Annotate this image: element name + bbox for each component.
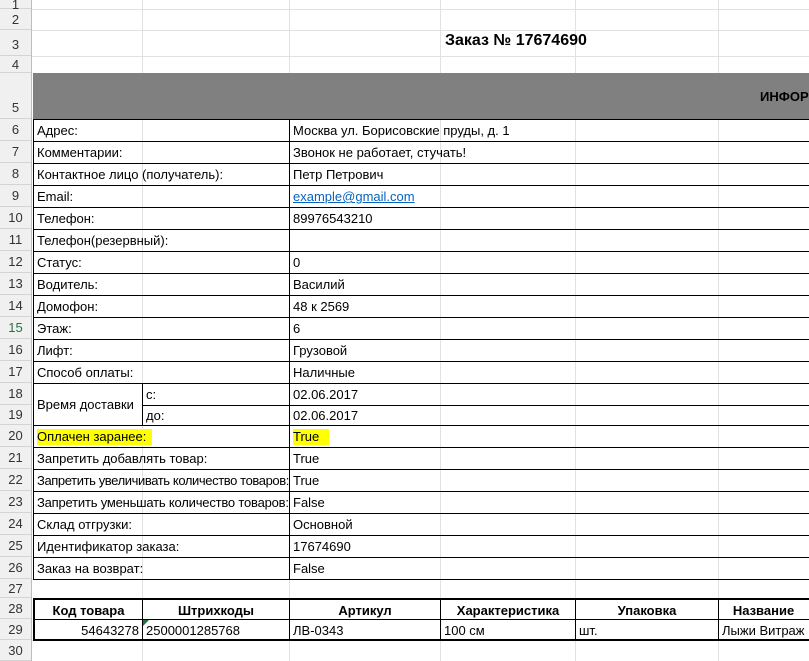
gridline [32,9,809,10]
label-status[interactable]: Статус: [33,251,290,274]
row-number[interactable]: 23 [0,491,31,513]
order-title[interactable]: Заказ № 17674690 [445,32,745,50]
label-email[interactable]: Email: [33,185,290,208]
label-address[interactable]: Адрес: [33,119,290,142]
row-number[interactable]: 5 [0,73,31,119]
row-number[interactable]: 2 [0,9,31,30]
row-number-selected[interactable]: 15 [0,317,31,339]
value-phone[interactable]: 89976543210 [289,207,809,230]
value-comments[interactable]: Звонок не работает, стучать! [289,141,809,164]
row-number[interactable]: 6 [0,119,31,141]
gridline [32,56,809,57]
value-forbid-add[interactable]: True [289,447,809,470]
value-email-cell[interactable]: example@gmail.com [289,185,809,208]
value-forbid-decrease[interactable]: False [289,491,809,514]
header-characteristic[interactable]: Характеристика [440,598,576,620]
row-number[interactable]: 10 [0,207,31,229]
label-delivery-from[interactable]: с: [142,383,290,406]
row-number[interactable]: 7 [0,141,31,163]
header-barcodes[interactable]: Штрихкоды [142,598,290,620]
label-floor[interactable]: Этаж: [33,317,290,340]
row-number[interactable]: 20 [0,425,31,447]
label-return-order[interactable]: Заказ на возврат: [33,557,290,580]
row-number[interactable]: 16 [0,339,31,361]
value-return-order[interactable]: False [289,557,809,580]
header-name[interactable]: Название [718,598,809,620]
section-banner[interactable] [33,73,809,119]
product-article[interactable]: ЛВ-0343 [289,619,441,641]
label-prepaid-cell[interactable]: Оплачен заранее: [33,425,290,448]
value-phone-reserve[interactable] [289,229,809,252]
row-number[interactable]: 13 [0,273,31,295]
row-number[interactable]: 4 [0,56,31,73]
row-number[interactable]: 8 [0,163,31,185]
label-prepaid: Оплачен заранее: [37,429,153,445]
product-barcode[interactable]: 2500001285768 [142,619,290,641]
value-prepaid-cell[interactable]: True [289,425,809,448]
label-comments[interactable]: Комментарии: [33,141,290,164]
row-number[interactable]: 18 [0,383,31,405]
label-elevator[interactable]: Лифт: [33,339,290,362]
product-name[interactable]: Лыжи Витраж [718,619,809,641]
row-number[interactable]: 3 [0,30,31,56]
value-address[interactable]: Москва ул. Борисовские пруды, д. 1 [289,119,809,142]
label-forbid-increase[interactable]: Запретить увеличивать количество товаров… [33,469,290,492]
row-number[interactable]: 21 [0,447,31,469]
label-intercom[interactable]: Домофон: [33,295,290,318]
row-header-column: 1 2 3 4 5 6 7 8 9 10 11 12 13 14 15 16 1… [0,0,32,661]
cell-indicator-icon [143,620,149,626]
product-characteristic[interactable]: 100 см [440,619,576,641]
value-order-id[interactable]: 17674690 [289,535,809,558]
value-forbid-increase[interactable]: True [289,469,809,492]
row-number[interactable]: 17 [0,361,31,383]
value-status[interactable]: 0 [289,251,809,274]
value-intercom[interactable]: 48 к 2569 [289,295,809,318]
label-phone-reserve[interactable]: Телефон(резервный): [33,229,290,252]
value-contact[interactable]: Петр Петрович [289,163,809,186]
header-product-code[interactable]: Код товара [33,598,143,620]
row-number[interactable]: 19 [0,405,31,425]
header-article[interactable]: Артикул [289,598,441,620]
label-warehouse[interactable]: Склад отгрузки: [33,513,290,536]
label-forbid-add[interactable]: Запретить добавлять товар: [33,447,290,470]
value-payment[interactable]: Наличные [289,361,809,384]
row-number[interactable]: 22 [0,469,31,491]
label-contact[interactable]: Контактное лицо (получатель): [33,163,290,186]
header-packaging[interactable]: Упаковка [575,598,719,620]
label-phone[interactable]: Телефон: [33,207,290,230]
row-number[interactable]: 24 [0,513,31,535]
value-delivery-to[interactable]: 02.06.2017 [289,405,809,426]
row-number[interactable]: 28 [0,598,31,619]
row-number[interactable]: 1 [0,0,31,11]
product-code[interactable]: 54643278 [33,619,143,641]
label-payment[interactable]: Способ оплаты: [33,361,290,384]
row-number[interactable]: 12 [0,251,31,273]
value-prepaid: True [293,429,330,445]
value-warehouse[interactable]: Основной [289,513,809,536]
row-number[interactable]: 26 [0,557,31,579]
row-number[interactable]: 11 [0,229,31,251]
row-number[interactable]: 25 [0,535,31,557]
row-number[interactable]: 30 [0,640,31,661]
row-number[interactable]: 14 [0,295,31,317]
section-banner-text: ИНФОР [760,89,809,104]
email-link[interactable]: example@gmail.com [293,189,415,204]
value-floor[interactable]: 6 [289,317,809,340]
row-number[interactable]: 9 [0,185,31,207]
label-delivery-time[interactable]: Время доставки [33,383,143,426]
product-packaging[interactable]: шт. [575,619,719,641]
row-number[interactable]: 29 [0,619,31,640]
gridline [32,30,809,31]
label-forbid-decrease[interactable]: Запретить уменьшать количество товаров: [33,491,290,514]
value-delivery-from[interactable]: 02.06.2017 [289,383,809,406]
value-driver[interactable]: Василий [289,273,809,296]
label-delivery-to[interactable]: до: [142,405,290,426]
value-elevator[interactable]: Грузовой [289,339,809,362]
label-driver[interactable]: Водитель: [33,273,290,296]
label-order-id[interactable]: Идентификатор заказа: [33,535,290,558]
row-number[interactable]: 27 [0,579,31,598]
